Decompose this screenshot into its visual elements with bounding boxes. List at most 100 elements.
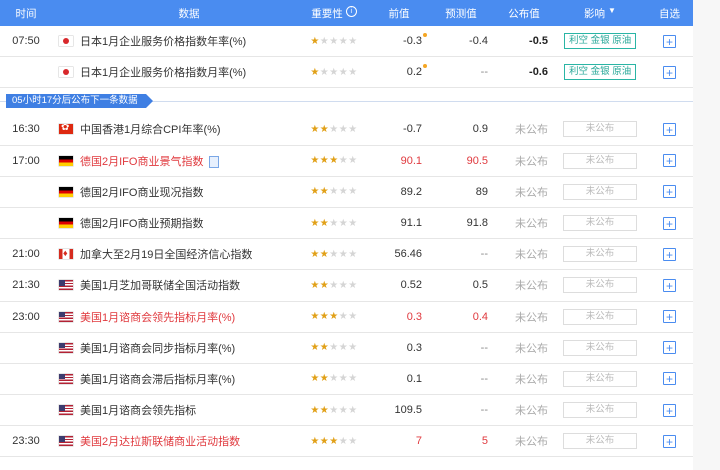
actual-value: 未公布 (515, 405, 548, 418)
importance-stars: ★ ★ ★ ★ ★ (298, 36, 370, 47)
indicator-name[interactable]: 德国2月IFO商业景气指数 (80, 153, 298, 169)
indicator-name-text[interactable]: 美国1月谘商会同步指标月率(%) (80, 343, 235, 355)
add-favorite-button[interactable]: + (663, 310, 676, 324)
header-effect-dropdown[interactable]: 影响 ▼ (554, 6, 646, 21)
add-favorite-button[interactable]: + (663, 185, 676, 199)
indicator-name-text[interactable]: 美国2月达拉斯联储商业活动指数 (80, 436, 240, 448)
effect-tag: 未公布 (563, 246, 637, 263)
add-favorite-button[interactable]: + (663, 65, 676, 79)
row-time: 21:00 (12, 248, 40, 261)
usa-flag-icon (59, 342, 73, 353)
indicator-name[interactable]: 德国2月IFO商业预期指数 (80, 215, 298, 231)
header-importance-label: 重要性 (311, 7, 343, 20)
add-favorite-button[interactable]: + (663, 434, 676, 448)
favorite-cell: + (646, 278, 693, 292)
table-row[interactable]: 美国1月谘商会滞后指标月率(%) ★ ★ ★ ★ ★ 0.1 -- 未公布 未公布 + (0, 364, 693, 396)
actual-value: 未公布 (515, 342, 548, 355)
add-favorite-button[interactable]: + (663, 34, 676, 48)
flag-cell (52, 280, 80, 291)
indicator-name-text[interactable]: 中国香港1月综合CPI年率(%) (80, 124, 221, 136)
indicator-name[interactable]: 美国1月芝加哥联储全国活动指数 (80, 277, 298, 293)
indicator-name[interactable]: 日本1月企业服务价格指数月率(%) (80, 64, 298, 80)
table-row[interactable]: 日本1月企业服务价格指数月率(%) ★ ★ ★ ★ ★ 0.2 -- -0.6 利空 金银 原油 + (0, 57, 693, 89)
favorite-cell: + (646, 185, 693, 199)
table-row[interactable]: 德国2月IFO商业现况指数 ★ ★ ★ ★ ★ 89.2 89 未公布 未公布 + (0, 177, 693, 208)
star-empty-icon: ★ (348, 186, 358, 198)
previous-value: 90.1 (370, 155, 428, 167)
add-favorite-button[interactable]: + (663, 154, 676, 168)
add-favorite-button[interactable]: + (663, 216, 676, 230)
add-favorite-button[interactable]: + (663, 372, 676, 386)
importance-stars: ★ ★ ★ ★ ★ (298, 373, 370, 384)
indicator-name[interactable]: 美国1月谘商会同步指标月率(%) (80, 340, 298, 356)
star-filled-icon: ★ (319, 373, 330, 385)
previous-value-text: 0.3 (406, 310, 422, 323)
hongkong-flag-icon (59, 124, 73, 135)
indicator-name[interactable]: 德国2月IFO商业现况指数 (80, 184, 298, 200)
star-empty-icon: ★ (348, 66, 358, 78)
add-favorite-button[interactable]: + (663, 403, 676, 417)
indicator-name-text[interactable]: 日本1月企业服务价格指数年率(%) (80, 36, 246, 48)
star-empty-icon: ★ (348, 404, 358, 416)
flag-cell (52, 218, 80, 229)
indicator-name[interactable]: 美国1月谘商会领先指标月率(%) (80, 309, 298, 325)
add-favorite-button[interactable]: + (663, 247, 676, 261)
table-row[interactable]: 21:30 美国1月芝加哥联储全国活动指数 ★ ★ ★ ★ ★ 0.52 0.5 未公布 未公布 + (0, 270, 693, 302)
row-time: 07:50 (12, 35, 40, 48)
table-row[interactable]: 07:50 日本1月企业服务价格指数年率(%) ★ ★ ★ ★ ★ -0.3 -0.4 -0.5 利… (0, 26, 693, 58)
effect-tag: 未公布 (563, 370, 637, 387)
indicator-name[interactable]: 日本1月企业服务价格指数年率(%) (80, 33, 298, 49)
star-empty-icon: ★ (338, 123, 349, 135)
effect-cell: 未公布 (554, 402, 646, 419)
header-importance[interactable]: 重要性 i (298, 5, 370, 21)
effect-cell: 未公布 (554, 277, 646, 294)
document-icon[interactable] (209, 155, 220, 168)
indicator-name-text[interactable]: 加拿大至2月19日全国经济信心指数 (80, 249, 252, 261)
indicator-name[interactable]: 美国1月谘商会领先指标 (80, 402, 298, 418)
table-row[interactable]: 美国1月谘商会同步指标月率(%) ★ ★ ★ ★ ★ 0.3 -- 未公布 未公布 + (0, 333, 693, 364)
table-row[interactable]: 23:30 美国2月达拉斯联储商业活动指数 ★ ★ ★ ★ ★ 7 5 未公布 未公布 + (0, 426, 693, 458)
star-empty-icon: ★ (319, 35, 330, 47)
favorite-cell: + (646, 65, 693, 79)
actual-value: 未公布 (515, 373, 548, 386)
flag-cell (52, 155, 80, 166)
table-row[interactable]: 17:00 德国2月IFO商业景气指数 ★ ★ ★ ★ ★ 90.1 90.5 未公布 未公布 + (0, 146, 693, 177)
previous-value: 0.52 (370, 279, 428, 291)
indicator-name-text[interactable]: 德国2月IFO商业景气指数 (80, 156, 203, 168)
table-row[interactable]: 美国1月谘商会领先指标 ★ ★ ★ ★ ★ 109.5 -- 未公布 未公布 + (0, 395, 693, 427)
add-favorite-button[interactable]: + (663, 122, 676, 136)
add-favorite-button[interactable]: + (663, 341, 676, 355)
star-empty-icon: ★ (348, 311, 358, 323)
table-row[interactable]: 德国2月IFO商业预期指数 ★ ★ ★ ★ ★ 91.1 91.8 未公布 未公布 + (0, 208, 693, 240)
table-row[interactable]: 21:00加拿大至2月19日全国经济信心指数★★★★★56.46--未公布未公布… (0, 239, 693, 271)
add-favorite-button[interactable]: + (663, 278, 676, 292)
indicator-name-text[interactable]: 美国1月谘商会滞后指标月率(%) (80, 374, 235, 386)
forecast-value: -- (480, 66, 488, 79)
star-filled-icon: ★ (310, 248, 320, 260)
info-icon[interactable]: i (345, 5, 357, 17)
row-time: 17:00 (12, 154, 40, 167)
indicator-name[interactable]: 美国1月谘商会滞后指标月率(%) (80, 371, 298, 387)
effect-cell: 未公布 (554, 433, 646, 450)
indicator-name-text[interactable]: 美国1月谘商会领先指标月率(%) (80, 312, 235, 324)
indicator-name-text[interactable]: 日本1月企业服务价格指数月率(%) (80, 67, 246, 79)
star-empty-icon: ★ (338, 279, 349, 291)
indicator-name[interactable]: 美国2月达拉斯联储商业活动指数 (80, 433, 298, 449)
indicator-name-text[interactable]: 德国2月IFO商业现况指数 (80, 187, 203, 199)
star-filled-icon: ★ (319, 248, 330, 260)
germany-flag-icon (59, 155, 73, 166)
indicator-name[interactable]: 加拿大至2月19日全国经济信心指数 (80, 246, 298, 262)
indicator-name-text[interactable]: 美国1月芝加哥联储全国活动指数 (80, 280, 240, 292)
indicator-name[interactable]: 中国香港1月综合CPI年率(%) (80, 121, 298, 137)
previous-value-text: 0.2 (406, 66, 422, 79)
table-row[interactable]: 16:30中国香港1月综合CPI年率(%)★★★★★-0.70.9未公布未公布+ (0, 114, 693, 146)
table-row[interactable]: 23:00 美国1月谘商会领先指标月率(%) ★ ★ ★ ★ ★ 0.3 0.4 未公布 未公布 + (0, 302, 693, 333)
germany-flag-icon (59, 186, 73, 197)
flag-cell (52, 249, 80, 260)
header-forecast: 预测值 (445, 7, 477, 20)
row-time: 16:30 (12, 123, 40, 136)
indicator-name-text[interactable]: 德国2月IFO商业预期指数 (80, 218, 203, 230)
star-empty-icon: ★ (329, 373, 339, 385)
importance-stars: ★ ★ ★ ★ ★ (298, 280, 370, 291)
indicator-name-text[interactable]: 美国1月谘商会领先指标 (80, 405, 196, 417)
